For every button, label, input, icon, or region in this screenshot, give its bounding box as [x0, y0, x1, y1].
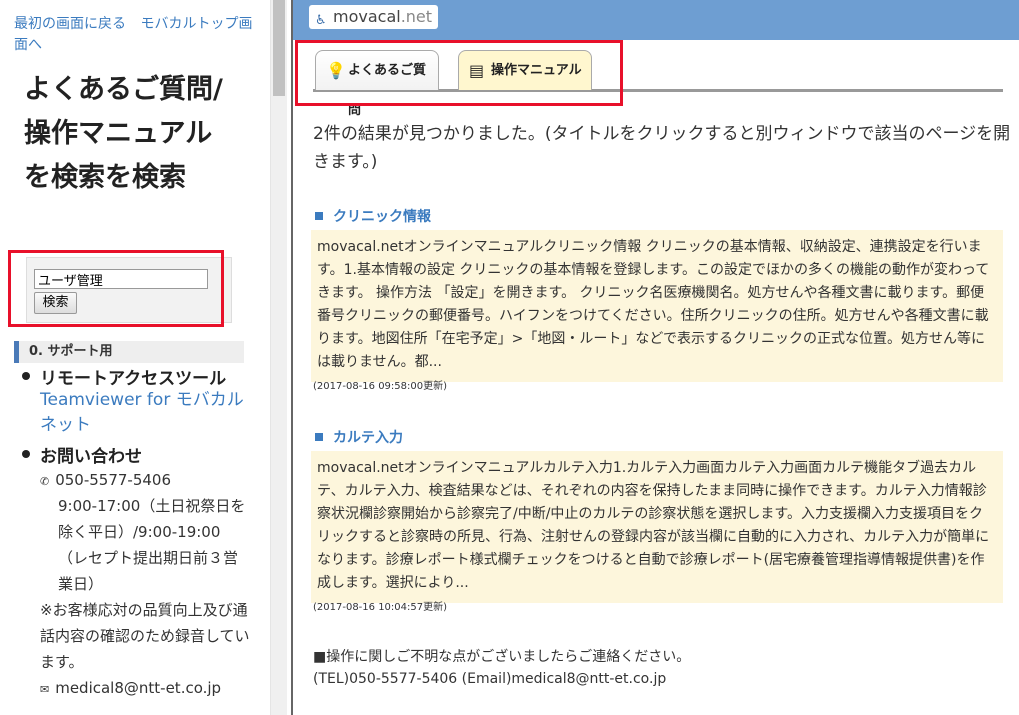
back-to-start-link[interactable]: 最初の画面に戻る	[14, 16, 126, 32]
page-title: よくあるご質問/操作マニュアルを検索を検索	[24, 74, 223, 193]
result-title-clinic[interactable]: クリニック情報	[315, 206, 431, 226]
tab-faq-label: よくあるご質問	[348, 63, 427, 118]
result-title-karte[interactable]: カルテ入力	[315, 427, 403, 447]
results-message: 2件の結果が見つかりました。(タイトルをクリックすると別ウィンドウで該当のページ…	[313, 124, 1011, 172]
footer-note: ■操作に関しご不明な点がございましたらご連絡ください。 (TEL)050-557…	[313, 646, 1013, 690]
footer-line-1: ■操作に関しご不明な点がございましたらご連絡ください。	[313, 649, 691, 665]
result-updated: (2017-08-16 09:58:00更新)	[313, 381, 448, 392]
movacal-logo[interactable]: ♿ movacal.net	[309, 5, 438, 29]
remote-access-heading: リモートアクセスツール	[40, 369, 227, 389]
lightbulb-icon: 💡	[326, 61, 346, 80]
manual-book-icon: ▤	[469, 61, 485, 80]
contact-hours: 9:00-17:00（土日祝祭日を除く平日）/9:00-19:00（レセプト提出…	[58, 497, 246, 593]
tab-manual-label: 操作マニュアル	[491, 63, 582, 78]
search-button[interactable]: 検索	[34, 292, 77, 314]
square-bullet-icon	[315, 433, 323, 441]
phone-number: 050-5577-5406	[55, 471, 172, 489]
teamviewer-link[interactable]: Teamviewer for モバカルネット	[40, 388, 255, 438]
square-bullet-icon	[315, 212, 323, 220]
left-scrollbar[interactable]	[270, 0, 287, 715]
result-title-text[interactable]: クリニック情報	[333, 209, 431, 225]
right-pane: ♿ movacal.net 💡 よくあるご質問 ▤ 操作マニュアル 2件の結果が見つか…	[291, 0, 1019, 715]
top-links: 最初の画面に戻る モバカルトップ画面へ	[14, 14, 254, 56]
result-updated: (2017-08-16 10:04:57更新)	[313, 602, 448, 613]
contact-note: ※お客様応対の品質向上及び通話内容の確認のため録音しています。	[40, 601, 250, 671]
result-snippet: movacal.netオンラインマニュアルクリニック情報 クリニックの基本情報、…	[311, 230, 1003, 382]
tab-manual[interactable]: ▤ 操作マニュアル	[458, 50, 592, 90]
scrollbar-thumb[interactable]	[273, 0, 285, 96]
contact-heading: お問い合わせ	[40, 447, 142, 467]
contact-phone: ✆ 050-5577-5406	[40, 467, 250, 495]
mail-icon: ✉	[40, 683, 50, 696]
phone-icon: ✆	[40, 475, 50, 488]
section-heading: 0. サポート用	[14, 341, 244, 363]
result-title-text[interactable]: カルテ入力	[333, 430, 403, 446]
bullet	[22, 372, 30, 380]
email-address[interactable]: medical8@ntt-et.co.jp	[55, 679, 221, 697]
result-snippet: movacal.netオンラインマニュアルカルテ入力1.カルテ入力画面カルテ入力…	[311, 451, 1003, 603]
search-form: 検索	[26, 257, 232, 323]
header-bar: ♿ movacal.net	[293, 0, 1019, 40]
bullet	[22, 450, 30, 458]
footer-line-2: (TEL)050-5577-5406 (Email)medical8@ntt-e…	[313, 671, 667, 687]
movacal-logo-icon: ♿	[315, 13, 327, 28]
tab-bar: 💡 よくあるご質問 ▤ 操作マニュアル	[313, 48, 1003, 118]
logo-net: .net	[400, 7, 433, 26]
left-pane: 最初の画面に戻る モバカルトップ画面へ よくあるご質問/操作マニュアルを検索を検…	[0, 0, 270, 715]
logo-text: movacal	[333, 7, 401, 26]
contact-email: ✉ medical8@ntt-et.co.jp	[40, 675, 250, 703]
search-input[interactable]	[34, 269, 208, 289]
tab-faq[interactable]: 💡 よくあるご質問	[315, 50, 439, 118]
